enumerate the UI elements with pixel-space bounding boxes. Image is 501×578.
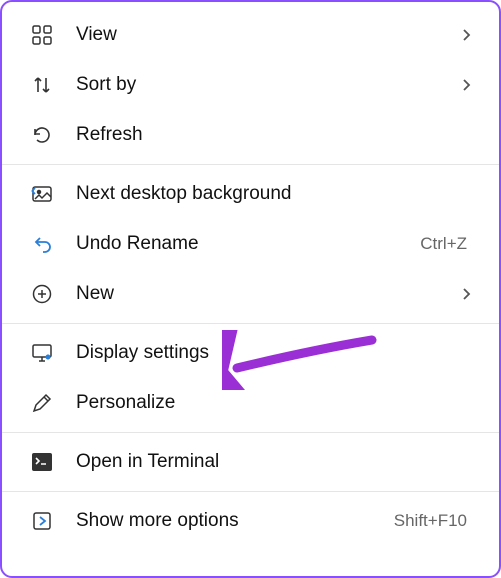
chevron-right-icon bbox=[461, 287, 475, 301]
grid-icon bbox=[30, 23, 54, 47]
display-icon bbox=[30, 341, 54, 365]
menu-item-undo-rename[interactable]: Undo Rename Ctrl+Z bbox=[2, 219, 499, 269]
menu-item-label: Next desktop background bbox=[76, 183, 475, 205]
menu-item-show-more[interactable]: Show more options Shift+F10 bbox=[2, 496, 499, 546]
menu-item-next-background[interactable]: Next desktop background bbox=[2, 169, 499, 219]
image-next-icon bbox=[30, 182, 54, 206]
menu-item-label: Refresh bbox=[76, 124, 475, 146]
menu-shortcut: Shift+F10 bbox=[394, 511, 467, 531]
plus-circle-icon bbox=[30, 282, 54, 306]
chevron-right-icon bbox=[461, 28, 475, 42]
menu-item-label: Display settings bbox=[76, 342, 475, 364]
menu-item-label: New bbox=[76, 283, 461, 305]
menu-item-label: Show more options bbox=[76, 510, 394, 532]
undo-icon bbox=[30, 232, 54, 256]
menu-item-display-settings[interactable]: Display settings bbox=[2, 328, 499, 378]
menu-item-label: Sort by bbox=[76, 74, 461, 96]
menu-item-label: View bbox=[76, 24, 461, 46]
terminal-icon bbox=[30, 450, 54, 474]
menu-separator bbox=[2, 323, 499, 324]
menu-shortcut: Ctrl+Z bbox=[420, 234, 467, 254]
more-options-icon bbox=[30, 509, 54, 533]
menu-item-new[interactable]: New bbox=[2, 269, 499, 319]
menu-item-label: Open in Terminal bbox=[76, 451, 475, 473]
menu-separator bbox=[2, 164, 499, 165]
menu-item-label: Personalize bbox=[76, 392, 475, 414]
desktop-context-menu: View Sort by Refresh bbox=[0, 0, 501, 578]
menu-separator bbox=[2, 432, 499, 433]
refresh-icon bbox=[30, 123, 54, 147]
menu-item-refresh[interactable]: Refresh bbox=[2, 110, 499, 160]
menu-item-view[interactable]: View bbox=[2, 10, 499, 60]
menu-item-personalize[interactable]: Personalize bbox=[2, 378, 499, 428]
chevron-right-icon bbox=[461, 78, 475, 92]
menu-item-open-terminal[interactable]: Open in Terminal bbox=[2, 437, 499, 487]
menu-separator bbox=[2, 491, 499, 492]
sort-icon bbox=[30, 73, 54, 97]
menu-item-label: Undo Rename bbox=[76, 233, 420, 255]
menu-item-sort-by[interactable]: Sort by bbox=[2, 60, 499, 110]
paint-icon bbox=[30, 391, 54, 415]
